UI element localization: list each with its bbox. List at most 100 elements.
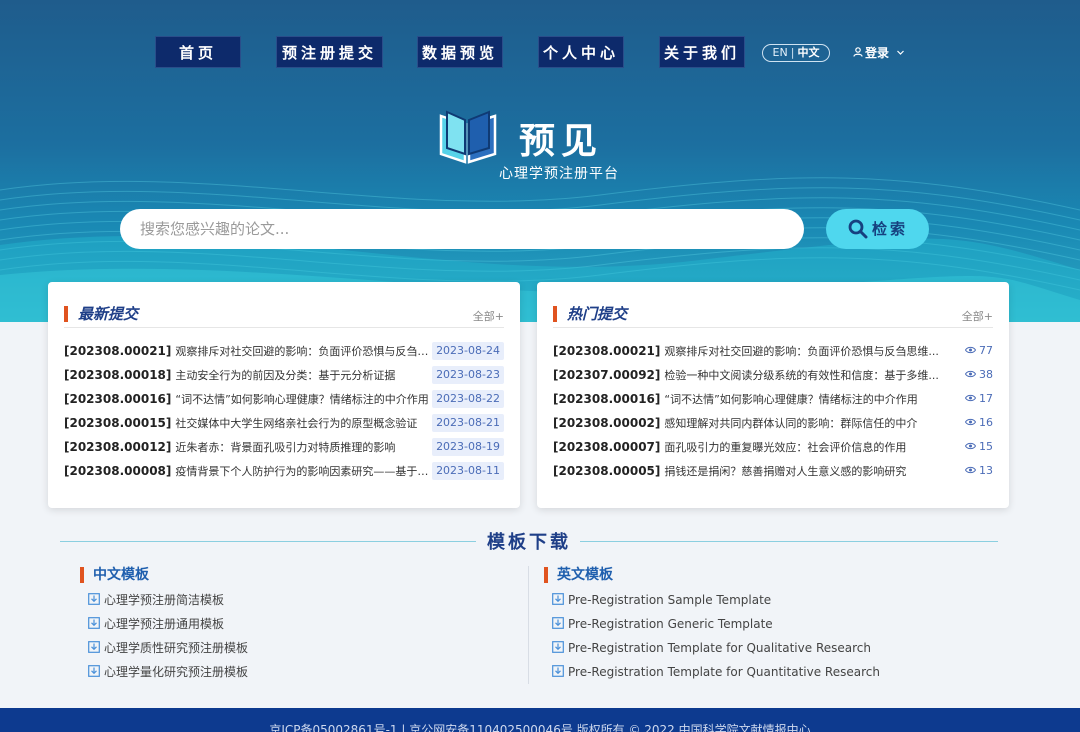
submission-link[interactable]: [202308.00012] 近朱者赤：背景面孔吸引力对特质推理的影响 xyxy=(64,438,436,457)
submission-id: [202307.00092] xyxy=(553,368,661,382)
chevron-down-icon xyxy=(897,50,905,55)
nav-data-preview[interactable]: 数据预览 xyxy=(417,36,503,68)
submission-link[interactable]: [202308.00015] 社交媒体中大学生网络亲社会行为的原型概念验证 xyxy=(64,414,436,433)
view-count-value: 16 xyxy=(979,416,993,429)
eye-icon xyxy=(964,414,977,432)
template-name: 心理学量化研究预注册模板 xyxy=(104,665,249,679)
submission-title: 观察排斥对社交回避的影响：负面评价恐惧与反刍思维... xyxy=(664,345,939,358)
list-item[interactable]: [202308.00008] 疫情背景下个人防护行为的影响因素研究——基于元分..… xyxy=(64,462,504,486)
lang-en[interactable]: EN xyxy=(773,46,788,59)
eye-icon xyxy=(964,438,977,456)
submission-link[interactable]: [202308.00007] 面孔吸引力的重复曝光效应：社会评价信息的作用 xyxy=(553,438,945,457)
submission-link[interactable]: [202308.00016] “词不达情”如何影响心理健康？情绪标注的中介作用 xyxy=(553,390,945,409)
view-count: 16 xyxy=(964,414,993,432)
submission-link[interactable]: [202308.00021] 观察排斥对社交回避的影响：负面评价恐惧与反刍思维..… xyxy=(553,342,945,361)
template-download-link[interactable]: 心理学预注册简洁模板 xyxy=(80,588,500,612)
date-badge: 2023-08-24 xyxy=(432,342,504,360)
date-badge: 2023-08-21 xyxy=(432,414,504,432)
list-item[interactable]: [202308.00002] 感知理解对共同内群体认同的影响：群际信任的中介 16 xyxy=(553,414,993,438)
eye-icon xyxy=(964,366,977,384)
submission-title: 捐钱还是捐闲？慈善捐赠对人生意义感的影响研究 xyxy=(664,465,907,478)
submission-link[interactable]: [202308.00016] “词不达情”如何影响心理健康？情绪标注的中介作用 xyxy=(64,390,436,409)
view-count: 13 xyxy=(964,462,993,480)
list-item[interactable]: [202308.00018] 主动安全行为的前因及分类：基于元分析证据 2023-0… xyxy=(64,366,504,390)
submission-title: “词不达情”如何影响心理健康？情绪标注的中介作用 xyxy=(664,393,918,406)
submission-link[interactable]: [202308.00021] 观察排斥对社交回避的影响：负面评价恐惧与反刍思维..… xyxy=(64,342,436,361)
latest-more-link[interactable]: 全部+ xyxy=(473,308,504,324)
open-book-icon xyxy=(439,110,497,164)
list-item[interactable]: [202308.00012] 近朱者赤：背景面孔吸引力对特质推理的影响 2023-0… xyxy=(64,438,504,462)
download-icon xyxy=(552,589,564,613)
submission-link[interactable]: [202308.00002] 感知理解对共同内群体认同的影响：群际信任的中介 xyxy=(553,414,945,433)
list-item[interactable]: [202308.00021] 观察排斥对社交回避的影响：负面评价恐惧与反刍思维..… xyxy=(553,342,993,366)
latest-card-header: 最新提交 全部+ xyxy=(64,304,504,328)
en-template-column: 英文模板 Pre-Registration Sample Template Pre… xyxy=(544,566,984,684)
nav-home[interactable]: 首页 xyxy=(155,36,241,68)
submission-id: [202308.00008] xyxy=(64,464,172,478)
template-download-link[interactable]: Pre-Registration Sample Template xyxy=(544,588,984,612)
nav-submit-preregistration[interactable]: 预注册提交 xyxy=(276,36,383,68)
template-download-link[interactable]: 心理学量化研究预注册模板 xyxy=(80,660,500,684)
template-download-link[interactable]: 心理学预注册通用模板 xyxy=(80,612,500,636)
nav-personal-center[interactable]: 个人中心 xyxy=(538,36,624,68)
nav-about-us[interactable]: 关于我们 xyxy=(659,36,745,68)
brand-subtitle: 心理学预注册平台 xyxy=(499,166,619,182)
date-badge: 2023-08-11 xyxy=(432,462,504,480)
accent-bar xyxy=(544,567,548,583)
template-name: Pre-Registration Template for Qualitativ… xyxy=(568,641,871,655)
view-count-value: 17 xyxy=(979,392,993,405)
date-badge: 2023-08-22 xyxy=(432,390,504,408)
submission-title: 社交媒体中大学生网络亲社会行为的原型概念验证 xyxy=(175,417,418,430)
view-count-value: 77 xyxy=(979,344,993,357)
submission-title: 主动安全行为的前因及分类：基于元分析证据 xyxy=(175,369,396,382)
search-button[interactable]: 检索 xyxy=(826,209,929,249)
view-count-value: 38 xyxy=(979,368,993,381)
en-template-title: 英文模板 xyxy=(557,567,613,583)
template-download-link[interactable]: 心理学质性研究预注册模板 xyxy=(80,636,500,660)
lang-zh[interactable]: 中文 xyxy=(797,46,819,59)
view-count: 77 xyxy=(964,342,993,360)
submission-id: [202308.00015] xyxy=(64,416,172,430)
list-item[interactable]: [202308.00016] “词不达情”如何影响心理健康？情绪标注的中介作用 17 xyxy=(553,390,993,414)
submission-id: [202308.00021] xyxy=(553,344,661,358)
list-item[interactable]: [202308.00007] 面孔吸引力的重复曝光效应：社会评价信息的作用 15 xyxy=(553,438,993,462)
latest-card-title: 最新提交 xyxy=(78,305,139,323)
eye-icon xyxy=(964,390,977,408)
search-input[interactable] xyxy=(120,209,804,249)
date-badge: 2023-08-19 xyxy=(432,438,504,456)
template-download-link[interactable]: Pre-Registration Template for Quantitati… xyxy=(544,660,984,684)
list-item[interactable]: [202308.00005] 捐钱还是捐闲？慈善捐赠对人生意义感的影响研究 13 xyxy=(553,462,993,486)
template-download-link[interactable]: Pre-Registration Template for Qualitativ… xyxy=(544,636,984,660)
list-item[interactable]: [202308.00015] 社交媒体中大学生网络亲社会行为的原型概念验证 2023… xyxy=(64,414,504,438)
hot-submissions-card: 热门提交 全部+ [202308.00021] 观察排斥对社交回避的影响：负面评价… xyxy=(537,282,1009,508)
submission-id: [202308.00007] xyxy=(553,440,661,454)
language-switch[interactable]: EN | 中文 xyxy=(762,44,830,62)
brand-title: 预见 xyxy=(519,120,604,162)
submission-link[interactable]: [202308.00005] 捐钱还是捐闲？慈善捐赠对人生意义感的影响研究 xyxy=(553,462,945,481)
download-icon xyxy=(552,661,564,685)
search-button-label: 检索 xyxy=(872,220,909,238)
template-name: 心理学质性研究预注册模板 xyxy=(104,641,249,655)
template-name: Pre-Registration Template for Quantitati… xyxy=(568,665,880,679)
hot-card-title: 热门提交 xyxy=(567,305,628,323)
submission-id: [202308.00012] xyxy=(64,440,172,454)
list-item[interactable]: [202308.00016] “词不达情”如何影响心理健康？情绪标注的中介作用 20… xyxy=(64,390,504,414)
latest-list: [202308.00021] 观察排斥对社交回避的影响：负面评价恐惧与反刍思维..… xyxy=(64,342,504,486)
submission-link[interactable]: [202307.00092] 检验一种中文阅读分级系统的有效性和信度：基于多维..… xyxy=(553,366,945,385)
template-download-title: 模板下载 xyxy=(487,532,571,553)
login-menu[interactable]: 登录 xyxy=(853,44,905,62)
list-item[interactable]: [202308.00021] 观察排斥对社交回避的影响：负面评价恐惧与反刍思维..… xyxy=(64,342,504,366)
hot-more-link[interactable]: 全部+ xyxy=(962,308,993,324)
accent-bar xyxy=(553,306,557,322)
submission-link[interactable]: [202308.00018] 主动安全行为的前因及分类：基于元分析证据 xyxy=(64,366,436,385)
user-icon xyxy=(853,47,863,57)
submission-title: 疫情背景下个人防护行为的影响因素研究——基于元分... xyxy=(175,465,436,478)
view-count-value: 13 xyxy=(979,464,993,477)
latest-submissions-card: 最新提交 全部+ [202308.00021] 观察排斥对社交回避的影响：负面评价… xyxy=(48,282,520,508)
template-download-link[interactable]: Pre-Registration Generic Template xyxy=(544,612,984,636)
list-item[interactable]: [202307.00092] 检验一种中文阅读分级系统的有效性和信度：基于多维..… xyxy=(553,366,993,390)
search-icon xyxy=(848,219,868,239)
submission-link[interactable]: [202308.00008] 疫情背景下个人防护行为的影响因素研究——基于元分..… xyxy=(64,462,436,481)
eye-icon xyxy=(964,342,977,360)
template-name: Pre-Registration Sample Template xyxy=(568,593,772,607)
